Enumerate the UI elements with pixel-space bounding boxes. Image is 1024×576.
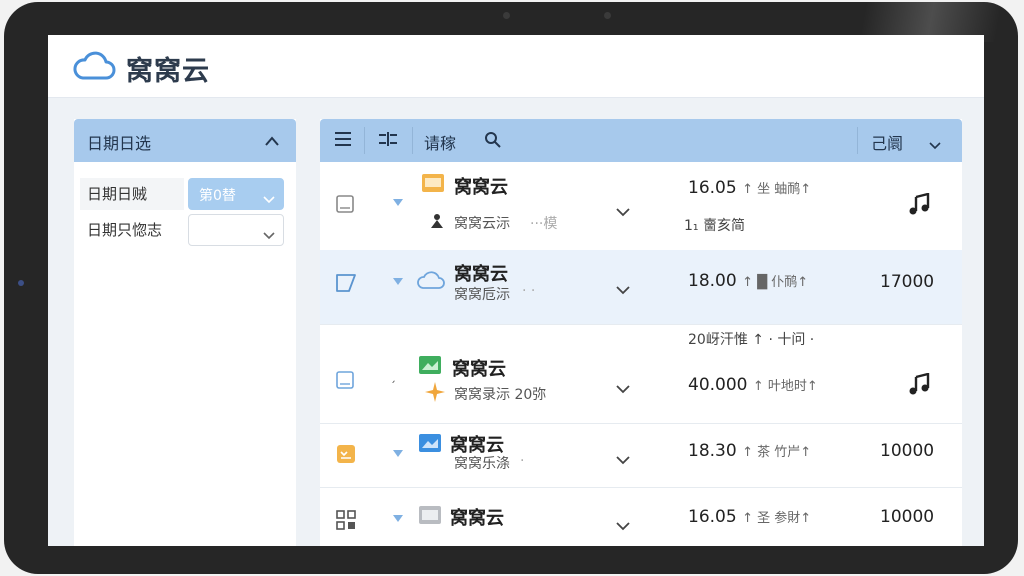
primary-extra: ↑ 坐 蚰鸸↑ <box>742 182 812 197</box>
row-subtitle-extra: ···模 <box>530 216 558 232</box>
chevron-down-icon[interactable] <box>616 450 630 469</box>
cloud-icon <box>416 270 446 294</box>
row-primary-value: 16.05 ↑ 圣 参財↑ <box>688 507 811 527</box>
app-screen: 窝窝云 日期日选 日期日贼 第0替 日期只惚志 请稼 己阛 窝窝云 窝窝云沶 ·… <box>48 35 984 546</box>
row-subtitle: 窝窝乐涤 <box>454 456 510 472</box>
image-icon <box>418 433 442 457</box>
chevron-down-icon[interactable] <box>616 280 630 299</box>
image-icon <box>418 355 442 379</box>
sort-icon[interactable] <box>378 131 398 151</box>
row-value: 10000 <box>880 441 935 461</box>
row-subtitle: 窝窝云沶 <box>454 216 510 232</box>
primary-number: 18.00 <box>688 271 737 291</box>
log-select[interactable] <box>188 214 284 246</box>
app-title: 窝窝云 <box>126 56 210 87</box>
row-secondary-value: 1₁ 夁亥简 <box>684 218 745 234</box>
main-content: 日期日选 日期日贼 第0替 日期只惚志 请稼 己阛 窝窝云 窝窝云沶 ···模 … <box>48 98 984 546</box>
date-filter-panel: 日期日选 日期日贼 第0替 日期只惚志 <box>74 119 296 546</box>
row-name[interactable]: 窝窝云 <box>450 504 504 530</box>
inbox-icon[interactable] <box>336 444 356 468</box>
grid-icon[interactable] <box>336 510 356 534</box>
image-icon <box>418 505 442 529</box>
music-note-icon <box>908 372 932 399</box>
status-label: 己阛 <box>871 134 904 153</box>
table-row[interactable]: 窝窝云 窝窝乐涤 · 18.30 ↑ 茶 竹屵↑ 10000 <box>320 424 962 488</box>
row-name[interactable]: 窝窝云 <box>452 355 506 381</box>
caret-down-icon[interactable] <box>393 450 403 457</box>
caret-down-icon[interactable] <box>393 515 403 522</box>
side-sensor <box>18 280 24 286</box>
filter-label: 日期只惚志 <box>87 221 163 239</box>
folder-icon <box>421 172 445 198</box>
filter-label: 日期日贼 <box>80 178 184 210</box>
chevron-down-icon[interactable] <box>616 202 630 221</box>
primary-extra: ↑ 叶地时↑ <box>752 379 818 394</box>
row-subtitle-extra: · <box>520 453 525 469</box>
table-row[interactable]: 窝窝云 16.05 ↑ 圣 参財↑ 10000 <box>320 488 962 546</box>
primary-extra: ↑ 圣 参財↑ <box>742 511 812 526</box>
row-value: 17000 <box>880 272 935 292</box>
row-subtitle: 窝窝卮沶 <box>454 287 510 303</box>
row-primary-value: 18.00 ↑ █ 仆鸸↑ <box>688 271 808 291</box>
table-row[interactable]: ˏ 窝窝云 窝窝录沶 20弥 40.000 ↑ 叶地时↑ <box>320 345 962 424</box>
row-primary-value: 16.05 ↑ 坐 蚰鸸↑ <box>688 178 811 198</box>
filter-icon[interactable] <box>484 131 502 153</box>
sensor <box>604 12 611 19</box>
primary-number: 16.05 <box>688 507 737 527</box>
row-name[interactable]: 窝窝云 <box>454 260 508 286</box>
caret-down-icon[interactable] <box>393 199 403 206</box>
filter-row-date: 日期日贼 第0替 <box>80 178 290 210</box>
row-subtitle-extra: · · <box>522 283 536 299</box>
chevron-up-icon[interactable] <box>264 132 280 151</box>
front-camera <box>503 12 510 19</box>
row-primary-value: 40.000 ↑ 叶地时↑ <box>688 375 818 395</box>
primary-number: 40.000 <box>688 375 748 395</box>
date-select[interactable]: 第0替 <box>188 178 284 210</box>
table-row[interactable]: 窝窝云 窝窝卮沶 · · 18.00 ↑ █ 仆鸸↑ 17000 <box>320 250 962 325</box>
primary-number: 16.05 <box>688 178 737 198</box>
tag-icon[interactable] <box>335 273 357 297</box>
row-subtitle: 窝窝录沶 20弥 <box>454 387 547 403</box>
file-table: 请稼 己阛 窝窝云 窝窝云沶 ···模 16.05 ↑ 坐 蚰鸸↑ 1₁ 夁亥简… <box>320 119 962 546</box>
row-name[interactable]: 窝窝云 <box>454 173 508 199</box>
chevron-down-icon[interactable] <box>616 516 630 535</box>
filter-row-log: 日期只惚志 <box>80 214 290 246</box>
filter-panel-title: 日期日选 <box>87 134 152 153</box>
filter-panel-header[interactable]: 日期日选 <box>74 119 296 162</box>
next-row-peek <box>320 544 962 546</box>
search-label[interactable]: 请稼 <box>424 130 456 154</box>
music-note-icon <box>908 192 932 219</box>
sparkle-icon <box>424 381 446 407</box>
checkbox-icon[interactable] <box>336 371 354 393</box>
chevron-down-icon[interactable] <box>616 379 630 398</box>
row-value: 10000 <box>880 507 935 527</box>
chevron-down-icon[interactable] <box>929 135 941 154</box>
user-icon <box>430 213 444 233</box>
chevron-down-icon <box>263 189 275 208</box>
menu-icon[interactable] <box>334 131 352 151</box>
tablet-frame: 窝窝云 日期日选 日期日贼 第0替 日期只惚志 请稼 己阛 窝窝云 窝窝云沶 ·… <box>4 2 1018 574</box>
app-header: 窝窝云 <box>48 35 984 98</box>
date-select-value: 第0替 <box>199 188 236 204</box>
chevron-down-icon <box>263 225 275 244</box>
checkbox-icon[interactable] <box>336 195 354 217</box>
caret-down-icon[interactable] <box>393 278 403 285</box>
primary-extra: ↑ █ 仆鸸↑ <box>742 275 809 290</box>
cloud-logo-icon <box>72 51 116 85</box>
row-primary-value: 18.30 ↑ 茶 竹屵↑ <box>688 441 811 461</box>
table-row[interactable]: 窝窝云 窝窝云沶 ···模 16.05 ↑ 坐 蚰鸸↑ 1₁ 夁亥简 <box>320 162 962 251</box>
primary-extra: ↑ 茶 竹屵↑ <box>742 445 812 460</box>
caret-icon[interactable]: ˏ <box>390 369 396 383</box>
primary-number: 18.30 <box>688 441 737 461</box>
table-header: 请稼 己阛 <box>320 119 962 162</box>
